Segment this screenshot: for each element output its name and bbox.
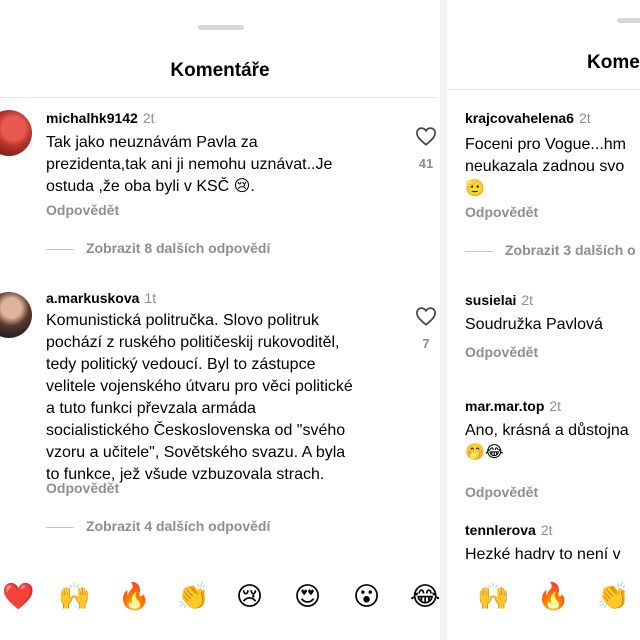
view-more-replies[interactable]: Zobrazit 8 dalších odpovědí — [46, 240, 270, 256]
comment-time: 1t — [144, 290, 157, 306]
comment-time: 2t — [142, 110, 155, 126]
comment-username[interactable]: krajcovahelena6 2t — [465, 110, 591, 126]
raising-hands-emoji[interactable]: 🙌 — [58, 580, 90, 614]
header-divider — [447, 89, 640, 90]
comment-text: Komunistická politručka. Slovo politruk … — [46, 312, 353, 483]
reply-button[interactable]: Odpovědět — [465, 484, 538, 500]
emoji-reaction-bar: ❤️ 🙌 🔥 👏 😢 😍 😮 😂 — [0, 580, 440, 620]
heart-icon[interactable] — [415, 306, 437, 326]
like-count: 41 — [418, 156, 434, 171]
fire-emoji[interactable]: 🔥 — [537, 580, 569, 614]
comments-sheet-left: Komentáře michalhk9142 2t Tak jako neuzná… — [0, 0, 440, 640]
reply-button[interactable]: Odpovědět — [46, 202, 119, 218]
comment-item: michalhk9142 2t Tak jako neuznávám Pavla … — [0, 104, 440, 264]
clapping-hands-emoji[interactable]: 👏 — [597, 580, 629, 614]
comment-item: krajcovahelena6 2t Foceni pro Vogue...hm … — [447, 104, 640, 264]
comment-username[interactable]: mar.mar.top 2t — [465, 398, 561, 414]
comment-item: mar.mar.top 2t Ano, krásná a důstojna 🤭😂 … — [447, 392, 640, 502]
comment-item: a.markuskova 1t Komunistická politručka. … — [0, 286, 440, 546]
reply-button[interactable]: Odpovědět — [465, 204, 538, 220]
crying-face-emoji[interactable]: 😢 — [236, 580, 263, 614]
sheet-drag-handle[interactable] — [198, 25, 244, 30]
raising-hands-emoji[interactable]: 🙌 — [477, 580, 509, 614]
comment-time: 2t — [578, 110, 591, 126]
comment-item: tennlerova 2t Hezké hadry to není v — [447, 516, 640, 560]
heart-emoji[interactable]: ❤️ — [2, 580, 34, 614]
header-divider — [0, 97, 436, 98]
comment-username[interactable]: michalhk9142 2t — [46, 110, 155, 126]
sheet-drag-handle[interactable] — [617, 18, 640, 23]
reply-button[interactable]: Odpovědět — [46, 480, 119, 496]
comment-username[interactable]: a.markuskova 1t — [46, 290, 156, 306]
view-more-replies[interactable]: Zobrazit 3 dalších o — [465, 242, 636, 258]
reply-button[interactable]: Odpovědět — [465, 344, 538, 360]
comment-text: Foceni pro Vogue...hm neukazala zadnou s… — [465, 136, 626, 197]
comment-time: 2t — [540, 522, 553, 538]
comment-username[interactable]: tennlerova 2t — [465, 522, 553, 538]
comment-text: Ano, krásná a důstojna 🤭😂 — [465, 422, 629, 461]
like-count: 7 — [422, 336, 430, 351]
comment-text: Hezké hadry to není v — [465, 546, 621, 560]
comments-sheet-right: Kome krajcovahelena6 2t Foceni pro Vogue.… — [447, 0, 640, 640]
view-more-replies[interactable]: Zobrazit 4 dalších odpovědí — [46, 518, 270, 534]
avatar[interactable] — [0, 110, 32, 156]
comment-time: 2t — [521, 292, 534, 308]
fire-emoji[interactable]: 🔥 — [118, 580, 150, 614]
comment-time: 2t — [549, 398, 562, 414]
clapping-hands-emoji[interactable]: 👏 — [177, 580, 209, 614]
heart-eyes-emoji[interactable]: 😍 — [294, 580, 321, 614]
comment-text: Tak jako neuznávám Pavla za prezidenta,t… — [46, 134, 333, 195]
heart-icon[interactable] — [415, 126, 437, 146]
surprised-face-emoji[interactable]: 😮 — [353, 580, 380, 614]
avatar[interactable] — [0, 292, 32, 338]
sheet-title: Komentáře — [170, 60, 270, 81]
comment-item: susielai 2t Soudružka Pavlová Odpovědět — [447, 286, 640, 366]
sheet-title: Kome — [587, 52, 640, 73]
comment-username[interactable]: susielai 2t — [465, 292, 533, 308]
screenshot-separator — [440, 0, 447, 640]
tears-of-joy-emoji[interactable]: 😂 — [410, 580, 440, 614]
comment-text: Soudružka Pavlová — [465, 316, 603, 333]
emoji-reaction-bar: 🙌 🔥 👏 — [447, 580, 640, 620]
